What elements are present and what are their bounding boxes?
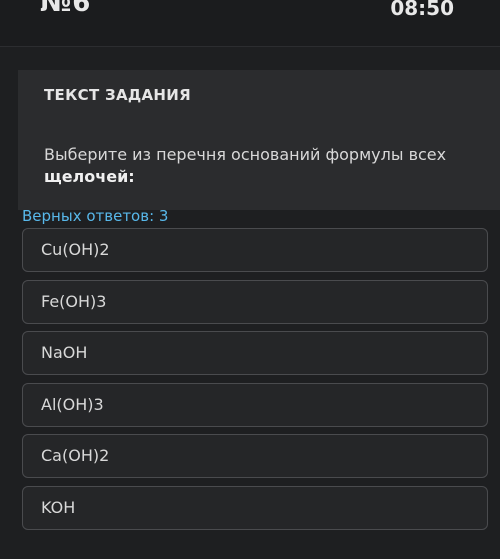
question-bold-text: щелочей:: [44, 167, 135, 186]
question-text: Выберите из перечня оснований формулы вс…: [44, 144, 484, 188]
answer-option-al-oh-3[interactable]: Al(OH)3: [22, 382, 488, 427]
timer: 08:50: [390, 0, 454, 20]
task-card: ТЕКСТ ЗАДАНИЯ Выберите из перечня основа…: [18, 70, 500, 210]
answer-option-ca-oh-2[interactable]: Ca(OH)2: [22, 434, 488, 478]
answer-option-naoh[interactable]: NaOH: [22, 331, 488, 375]
question-main-text: Выберите из перечня оснований формулы вс…: [44, 145, 447, 164]
answer-option-koh[interactable]: KOH: [22, 485, 488, 530]
top-bar: №6 08:50: [0, 0, 500, 47]
page: №6 08:50 ТЕКСТ ЗАДАНИЯ Выберите из переч…: [0, 0, 500, 559]
answer-option-fe-oh-3[interactable]: Fe(OH)3: [22, 279, 488, 324]
question-number: №6: [40, 0, 92, 18]
answer-option-cu-oh-2[interactable]: Cu(OH)2: [22, 228, 488, 272]
answer-options: Cu(OH)2 Fe(OH)3 NaOH Al(OH)3 Ca(OH)2 KOH: [22, 228, 488, 537]
correct-answers-count: Верных ответов: 3: [22, 207, 169, 225]
task-title: ТЕКСТ ЗАДАНИЯ: [44, 86, 191, 104]
